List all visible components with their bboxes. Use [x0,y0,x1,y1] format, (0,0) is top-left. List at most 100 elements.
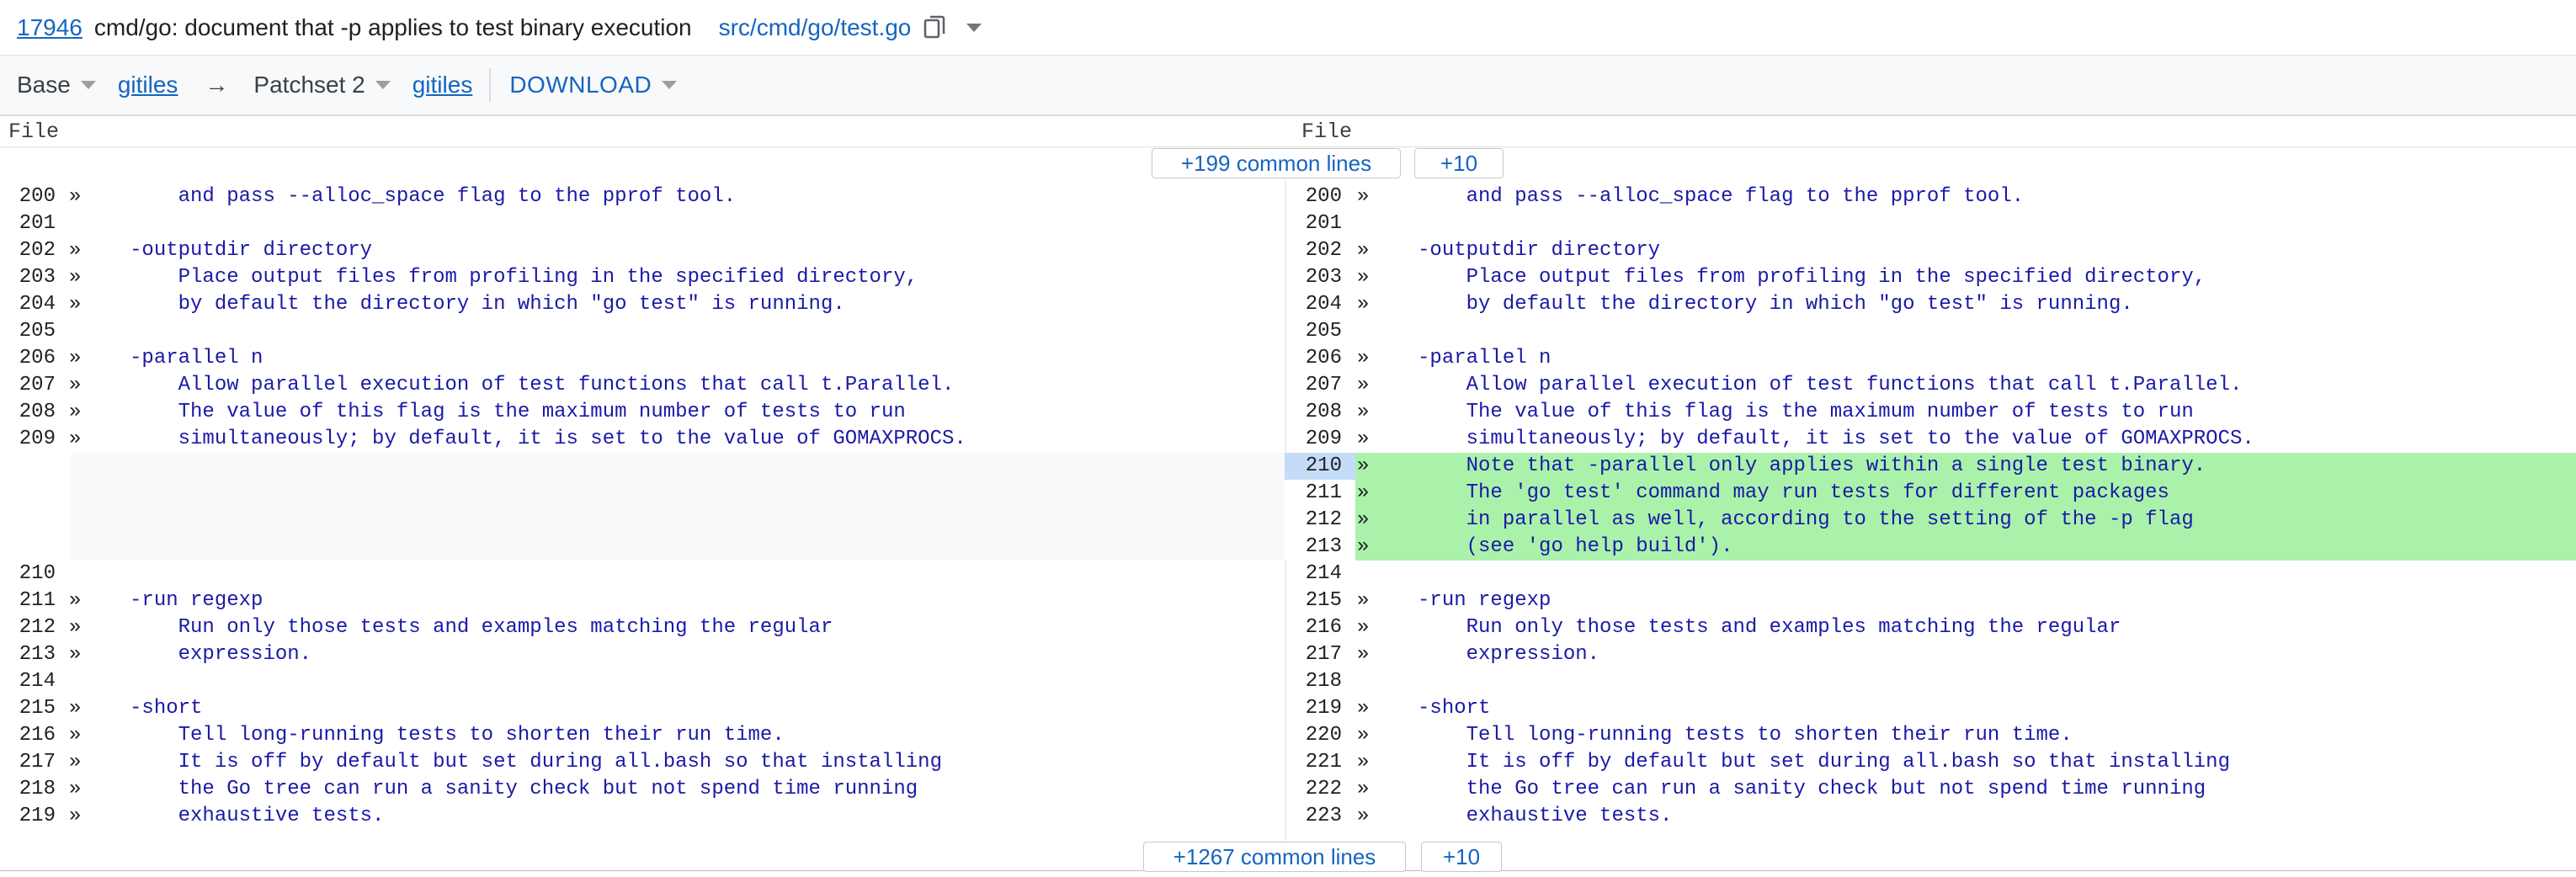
right-code-text: expression. [1357,643,1600,666]
patchset-select[interactable]: Patchset 2 [253,72,365,98]
left-line-number[interactable]: 210 [8,561,56,587]
right-code-text: The value of this flag is the maximum nu… [1357,401,2194,423]
right-line-number[interactable]: 223 [1295,803,1342,830]
right-line-number[interactable]: 220 [1295,722,1342,749]
diff-row: 202» -outputdir directory 202» -outputdir… [0,237,2576,264]
right-line-number[interactable]: 219 [1295,695,1342,722]
right-line-number[interactable]: 217 [1295,641,1342,668]
right-line-number[interactable]: 222 [1295,776,1342,803]
left-code-text: the Go tree can run a sanity check but n… [69,778,918,800]
left-line-number[interactable]: 200 [8,183,56,210]
left-code-text: Allow parallel execution of test functio… [69,374,955,396]
left-line-number[interactable]: 212 [8,614,56,641]
right-code-text: simultaneously; by default, it is set to… [1357,428,2254,450]
left-line-number[interactable]: 207 [8,372,56,399]
download-dropdown-icon[interactable] [662,81,678,89]
right-line-number[interactable]: 201 [1295,210,1342,237]
left-line-number[interactable]: 203 [8,264,56,291]
left-line-number[interactable]: 217 [8,749,56,776]
right-line-number[interactable]: 208 [1295,399,1342,426]
right-line-number[interactable]: 205 [1295,318,1342,345]
left-code-text: simultaneously; by default, it is set to… [69,428,966,450]
left-line-number[interactable]: 202 [8,237,56,264]
diff-row: 209» simultaneously; by default, it is s… [0,426,2576,453]
left-line-number[interactable]: 208 [8,399,56,426]
right-line-number[interactable]: 206 [1295,345,1342,372]
left-line-number[interactable]: 201 [8,210,56,237]
right-code-text: Tell long-running tests to shorten their… [1357,724,2073,747]
left-line: 216» Tell long-running tests to shorten … [0,722,1285,749]
empty-line-placeholder [71,534,1285,561]
change-number-link[interactable]: 17946 [17,14,82,41]
right-line: 209» simultaneously; by default, it is s… [1285,426,2576,453]
base-gitiles-link[interactable]: gitiles [118,72,178,98]
right-line-number[interactable]: 214 [1295,561,1342,587]
chevron-down-icon[interactable] [966,23,982,32]
base-dropdown-icon[interactable] [80,81,96,89]
left-code-text: -outputdir directory [69,239,373,262]
diff-row: 215» -short 219» -short [0,695,2576,722]
patchset-dropdown-icon[interactable] [375,81,391,89]
right-line-number[interactable]: 211 [1295,480,1342,507]
download-button[interactable]: DOWNLOAD [509,72,652,98]
expand-common-lines-bottom[interactable]: +1267 common lines [1143,842,1406,872]
left-line-number[interactable]: 215 [8,695,56,722]
file-path-link[interactable]: src/cmd/go/test.go [719,14,912,41]
diff-row: 218» the Go tree can run a sanity check … [0,776,2576,803]
diff-row: 219» exhaustive tests. 223» exhaustive te… [0,803,2576,830]
left-code-text: -parallel n [69,347,263,369]
left-line-number[interactable]: 204 [8,291,56,318]
diff-row: 206» -parallel n 206» -parallel n [0,345,2576,372]
left-line [0,480,1285,507]
left-line-number[interactable]: 214 [8,668,56,695]
right-line: 219» -short [1285,695,2576,722]
diff-row: 211» -run regexp 215» -run regexp [0,587,2576,614]
diff-row: 210» Note that -parallel only applies wi… [0,453,2576,480]
left-line-number[interactable]: 211 [8,587,56,614]
right-line: 208» The value of this flag is the maxim… [1285,399,2576,426]
right-line-number[interactable]: 200 [1295,183,1342,210]
left-line-number[interactable]: 206 [8,345,56,372]
left-code-text: -short [69,697,203,720]
right-line: 200» and pass --alloc_space flag to the … [1285,183,2576,210]
base-select[interactable]: Base [17,72,71,98]
right-line-number[interactable]: 209 [1295,426,1342,453]
right-line: 215» -run regexp [1285,587,2576,614]
right-line-number[interactable]: 215 [1295,587,1342,614]
header-divider [0,146,2576,147]
right-code-text: in parallel as well, according to the se… [1357,508,2194,531]
left-line-number[interactable]: 219 [8,803,56,830]
right-line-number[interactable]: 202 [1295,237,1342,264]
expand-10-bottom[interactable]: +10 [1421,842,1502,872]
left-line-number[interactable]: 213 [8,641,56,668]
right-line-number[interactable]: 216 [1295,614,1342,641]
right-line-number[interactable]: 221 [1295,749,1342,776]
right-line-number[interactable]: 218 [1295,668,1342,695]
left-line: 209» simultaneously; by default, it is s… [0,426,1285,453]
right-line-number[interactable]: 204 [1295,291,1342,318]
right-code-text: The 'go test' command may run tests for … [1357,481,2169,504]
left-line-number[interactable]: 209 [8,426,56,453]
right-line-number[interactable]: 207 [1295,372,1342,399]
left-line-number[interactable]: 205 [8,318,56,345]
left-line: 219» exhaustive tests. [0,803,1285,830]
left-line-number[interactable]: 218 [8,776,56,803]
left-line: 206» -parallel n [0,345,1285,372]
patchset-gitiles-link[interactable]: gitiles [412,72,473,98]
expand-10-top[interactable]: +10 [1414,148,1504,178]
right-line-number[interactable]: 213 [1295,534,1342,561]
left-line: 202» -outputdir directory [0,237,1285,264]
right-code-text: and pass --alloc_space flag to the pprof… [1357,185,2025,208]
right-line-number[interactable]: 212 [1295,507,1342,534]
left-line: 212» Run only those tests and examples m… [0,614,1285,641]
expand-common-lines-top[interactable]: +199 common lines [1152,148,1401,178]
right-line: 206» -parallel n [1285,345,2576,372]
right-code-text: It is off by default but set during all.… [1357,751,2230,773]
right-line-number[interactable]: 210 [1295,453,1342,480]
right-line-number[interactable]: 203 [1295,264,1342,291]
arrow-right-icon: → [205,72,229,98]
right-line: 218 [1285,668,2576,695]
right-line: 217» expression. [1285,641,2576,668]
left-line-number[interactable]: 216 [8,722,56,749]
copy-icon[interactable] [921,13,950,42]
